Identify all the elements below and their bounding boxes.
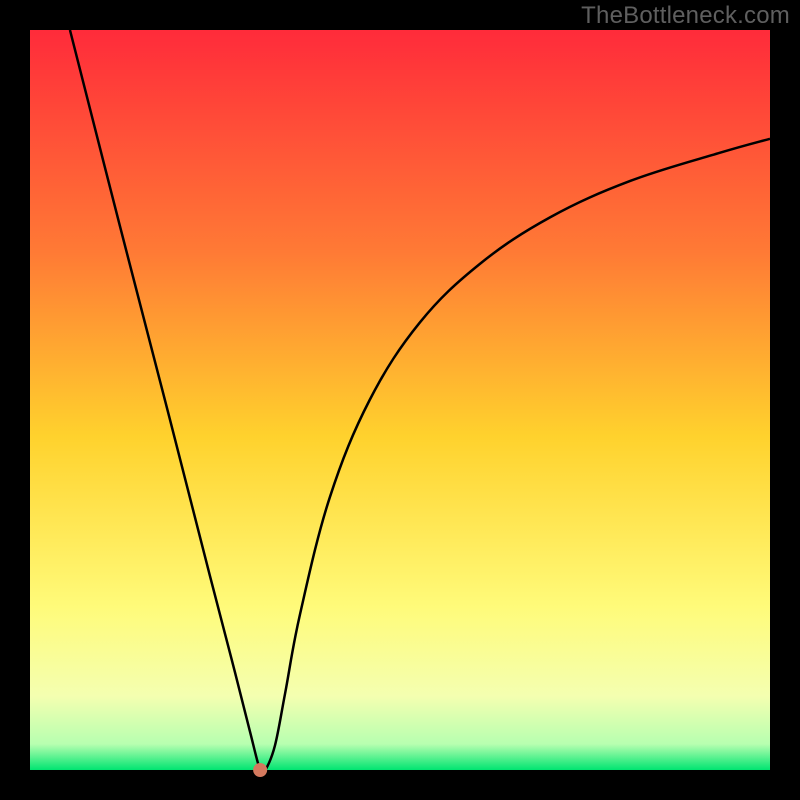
plot-area (30, 30, 770, 770)
optimal-point-marker (253, 763, 267, 777)
chart-svg (0, 0, 800, 800)
watermark-text: TheBottleneck.com (581, 2, 790, 30)
chart-root: TheBottleneck.com (0, 0, 800, 800)
